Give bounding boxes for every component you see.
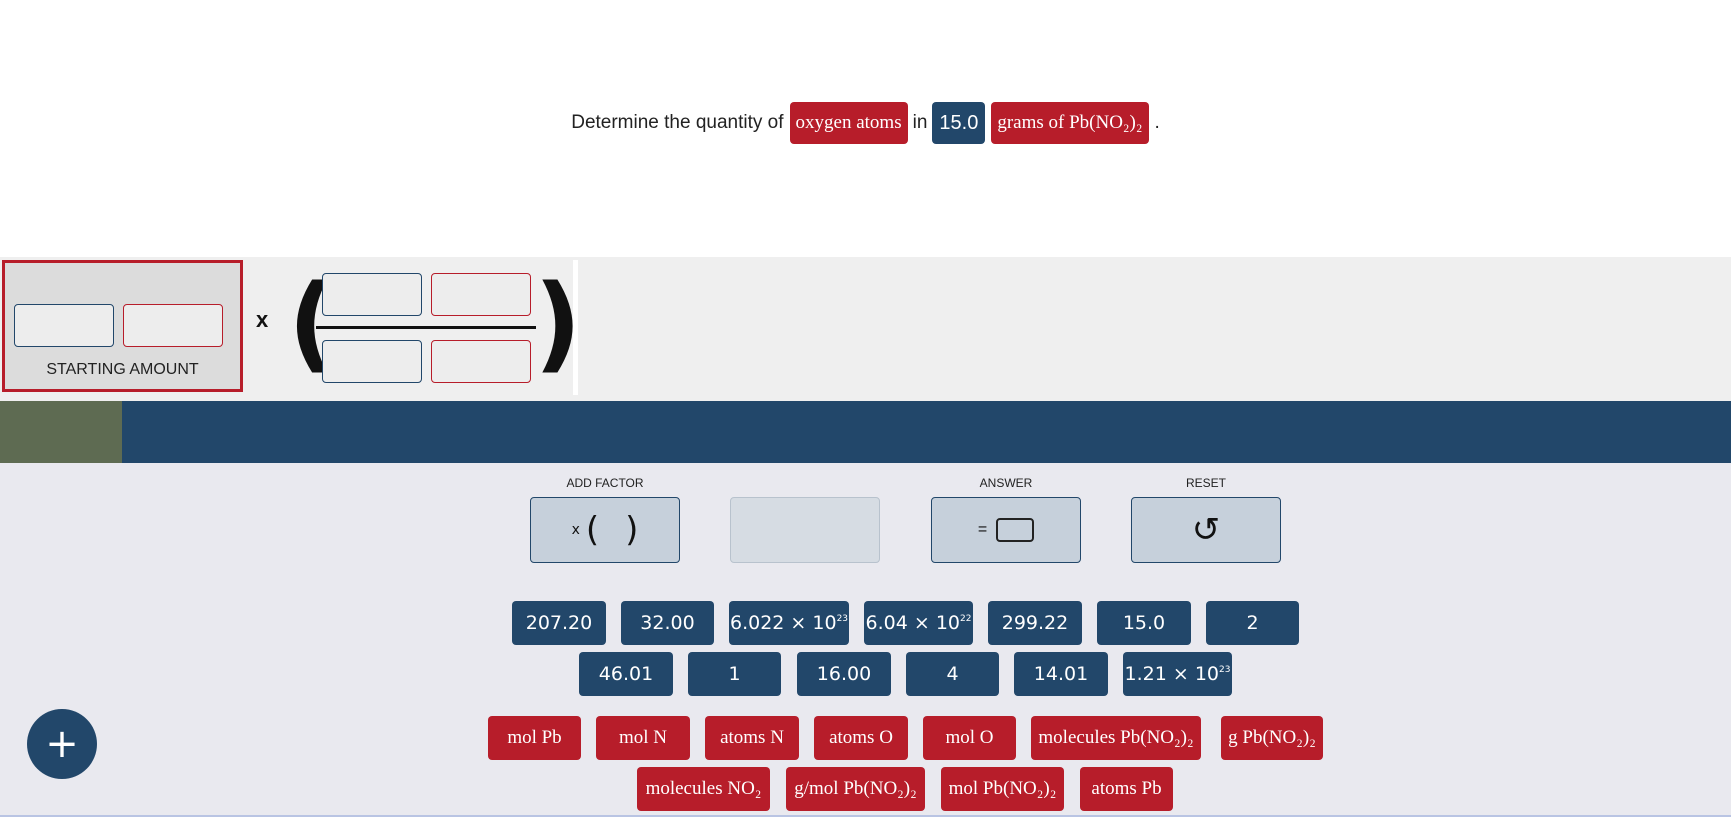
number-tile[interactable]: 16.00: [797, 652, 891, 696]
fraction-bar: [316, 326, 536, 329]
starting-amount-label: STARTING AMOUNT: [46, 361, 199, 378]
undo-icon: ↺: [1191, 510, 1221, 550]
number-tile[interactable]: 207.20: [512, 601, 606, 645]
question-prefix: Determine the quantity of: [571, 112, 784, 133]
number-tile[interactable]: 2: [1206, 601, 1299, 645]
unit-tile[interactable]: molecules NO₂: [637, 767, 770, 811]
answer-icon: =: [978, 518, 1035, 542]
starting-value-slot[interactable]: [14, 304, 114, 347]
unit-tile[interactable]: g/mol Pb(NO₂)₂: [786, 767, 925, 811]
empty-control-button: [730, 497, 880, 563]
unit-tile[interactable]: g Pb(NO₂)₂: [1221, 716, 1323, 760]
strip-divider: [573, 260, 578, 395]
denominator-value-slot[interactable]: [322, 340, 422, 383]
plus-icon: +: [45, 721, 79, 767]
add-factor-icon: x ( ): [571, 510, 639, 550]
question-prompt: Determine the quantity of oxygen atoms i…: [0, 102, 1731, 144]
question-suffix: .: [1154, 112, 1160, 133]
equation-area: STARTING AMOUNT x ( ): [0, 257, 1731, 401]
unit-tile[interactable]: mol Pb: [488, 716, 581, 760]
number-tile[interactable]: 1: [688, 652, 781, 696]
reset-label: RESET: [1185, 476, 1226, 490]
toolbar-band: [0, 401, 1731, 463]
denominator-unit-slot[interactable]: [431, 340, 531, 383]
unit-tile[interactable]: molecules Pb(NO₂)₂: [1031, 716, 1201, 760]
answer-button[interactable]: =: [931, 497, 1081, 563]
starting-amount-box: STARTING AMOUNT: [2, 260, 243, 392]
target-unit-tag: oxygen atoms: [789, 102, 908, 144]
unit-tile[interactable]: atoms Pb: [1080, 767, 1173, 811]
unit-tile[interactable]: mol O: [923, 716, 1016, 760]
unit-tile[interactable]: mol N: [596, 716, 690, 760]
add-button[interactable]: +: [27, 709, 97, 779]
number-tile[interactable]: 32.00: [621, 601, 714, 645]
unit-tile[interactable]: atoms O: [814, 716, 908, 760]
progress-indicator: [0, 401, 122, 463]
question-connector: in: [912, 112, 928, 133]
given-value-tag: 15.0: [932, 102, 986, 144]
number-tile[interactable]: 14.01: [1014, 652, 1108, 696]
number-tile[interactable]: 4: [906, 652, 999, 696]
starting-unit-slot[interactable]: [123, 304, 223, 347]
add-factor-button[interactable]: x ( ): [530, 497, 680, 563]
number-tile[interactable]: 15.0: [1097, 601, 1191, 645]
numerator-value-slot[interactable]: [322, 273, 422, 316]
reset-button[interactable]: ↺: [1131, 497, 1281, 563]
number-tile[interactable]: 6.04 × 10 22: [864, 601, 973, 645]
add-factor-label: ADD FACTOR: [566, 476, 644, 490]
number-tile[interactable]: 46.01: [579, 652, 673, 696]
number-tile[interactable]: 299.22: [988, 601, 1082, 645]
unit-tile[interactable]: mol Pb(NO₂)₂: [941, 767, 1064, 811]
answer-label: ANSWER: [979, 476, 1033, 490]
multiply-sign: x: [256, 307, 269, 332]
number-tile[interactable]: 6.022 × 10 23: [729, 601, 849, 645]
numerator-unit-slot[interactable]: [431, 273, 531, 316]
given-unit-tag: grams of Pb(NO₂)₂: [991, 102, 1149, 144]
unit-tile[interactable]: atoms N: [705, 716, 799, 760]
number-tile[interactable]: 1.21 × 10 23: [1123, 652, 1232, 696]
